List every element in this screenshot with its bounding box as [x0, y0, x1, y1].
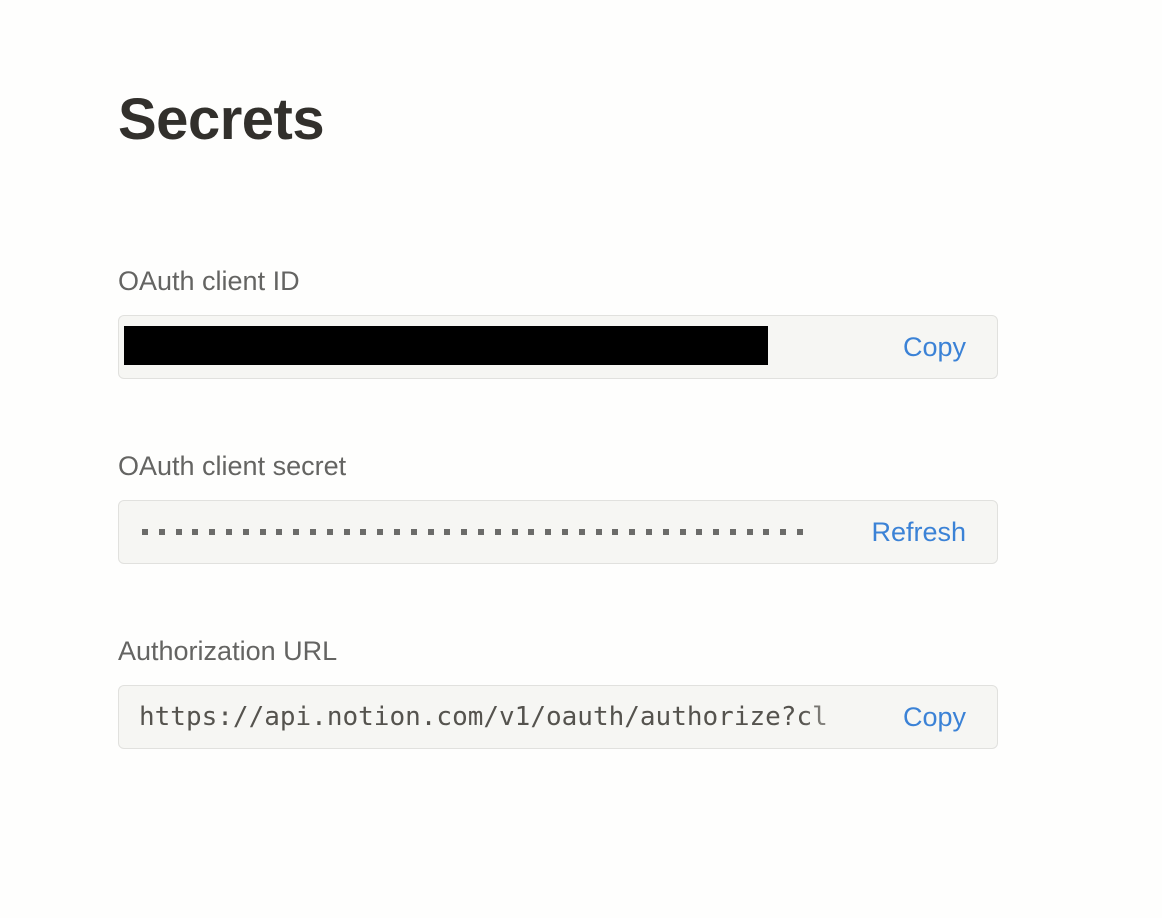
client-id-field: Copy: [118, 315, 998, 379]
mask-dot: [494, 529, 501, 535]
mask-dot: [595, 529, 602, 535]
mask-dot: [629, 529, 636, 535]
mask-dot: [142, 529, 148, 535]
mask-dot: [410, 529, 417, 535]
authorization-url-field: https://api.notion.com/v1/oauth/authoriz…: [118, 685, 998, 749]
mask-dot: [662, 529, 669, 535]
mask-dot: [343, 529, 350, 535]
mask-dot: [696, 529, 703, 535]
mask-dot: [561, 529, 568, 535]
mask-dot: [780, 529, 787, 535]
mask-dot: [746, 529, 753, 535]
mask-dot: [729, 529, 736, 535]
mask-dot: [276, 529, 283, 535]
client-secret-masked-value: [142, 529, 804, 535]
mask-dot: [377, 529, 384, 535]
authorization-url-label: Authorization URL: [118, 636, 338, 666]
copy-authorization-url-button[interactable]: Copy: [903, 699, 966, 735]
mask-dot: [578, 529, 585, 535]
mask-dot: [645, 529, 652, 535]
mask-dot: [175, 529, 182, 535]
copy-client-id-button[interactable]: Copy: [903, 329, 966, 365]
mask-dot: [461, 529, 468, 535]
mask-dot: [242, 529, 249, 535]
mask-dot: [225, 529, 232, 535]
mask-dot: [393, 529, 400, 535]
mask-dot: [309, 529, 316, 535]
page-title: Secrets: [118, 87, 325, 152]
mask-dot: [612, 529, 619, 535]
refresh-client-secret-button[interactable]: Refresh: [871, 514, 966, 550]
client-secret-field: Refresh: [118, 500, 998, 564]
mask-dot: [444, 529, 451, 535]
mask-dot: [763, 529, 770, 535]
mask-dot: [528, 529, 535, 535]
mask-dot: [797, 529, 804, 535]
mask-dot: [259, 529, 266, 535]
mask-dot: [209, 529, 216, 535]
mask-dot: [679, 529, 686, 535]
authorization-url-value[interactable]: https://api.notion.com/v1/oauth/authoriz…: [139, 699, 875, 735]
client-secret-label: OAuth client secret: [118, 451, 347, 481]
mask-dot: [545, 529, 552, 535]
mask-dot: [713, 529, 720, 535]
mask-dot: [326, 529, 333, 535]
mask-dot: [511, 529, 518, 535]
client-id-value-redacted: [124, 326, 768, 365]
mask-dot: [360, 529, 367, 535]
mask-dot: [192, 529, 199, 535]
client-id-label: OAuth client ID: [118, 266, 300, 296]
mask-dot: [158, 529, 165, 535]
mask-dot: [477, 529, 484, 535]
mask-dot: [427, 529, 434, 535]
mask-dot: [293, 529, 300, 535]
